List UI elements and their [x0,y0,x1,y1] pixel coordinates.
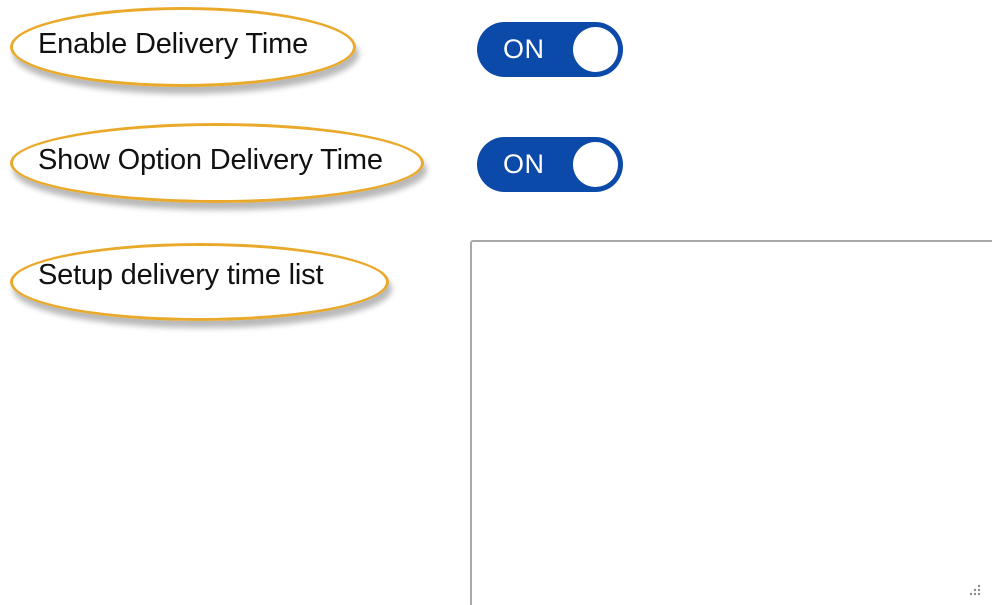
setup-delivery-time-list-label: Setup delivery time list [38,259,324,291]
enable-delivery-time-label: Enable Delivery Time [38,28,308,60]
show-option-delivery-time-toggle-text: ON [503,149,545,179]
enable-delivery-time-toggle-text: ON [503,34,545,64]
show-option-delivery-time-label: Show Option Delivery Time [38,144,383,176]
resize-grip-icon[interactable] [966,582,982,598]
enable-delivery-time-toggle[interactable]: ON [477,22,623,77]
delivery-time-list-textarea[interactable] [470,240,992,605]
toggle-knob [573,142,618,187]
toggle-knob [573,27,618,72]
show-option-delivery-time-toggle[interactable]: ON [477,137,623,192]
delivery-time-settings: Enable Delivery Time ON Show Option Deli… [0,0,992,605]
